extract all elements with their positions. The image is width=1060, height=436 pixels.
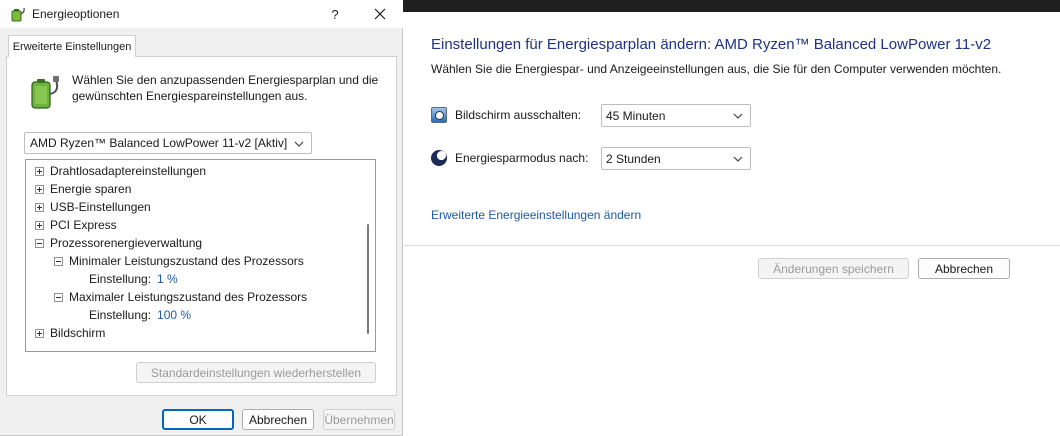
page-description: Wählen Sie die Energiespar- und Anzeigee…: [431, 62, 1002, 76]
display-off-label: Bildschirm ausschalten:: [455, 108, 582, 122]
cancel-button[interactable]: Abbrechen: [242, 409, 314, 430]
tree-item-wireless[interactable]: Drahtlosadaptereinstellungen: [35, 162, 206, 180]
tree-item-label: Energie sparen: [50, 182, 132, 196]
close-icon: [374, 8, 386, 20]
tree-item-pci-express[interactable]: PCI Express: [35, 216, 117, 234]
collapse-icon[interactable]: [54, 292, 63, 302]
tree-item-label: Drahtlosadaptereinstellungen: [50, 164, 207, 178]
chevron-down-icon: [733, 113, 743, 119]
tree-item-usb[interactable]: USB-Einstellungen: [35, 198, 151, 216]
setting-label: Einstellung:: [89, 308, 152, 322]
settings-tree[interactable]: Drahtlosadaptereinstellungen Energie spa…: [25, 159, 376, 352]
restore-defaults-button[interactable]: Standardeinstellungen wiederherstellen: [136, 362, 376, 383]
tree-item-display[interactable]: Bildschirm: [35, 324, 105, 342]
expand-icon[interactable]: [35, 328, 44, 338]
min-setting-value[interactable]: 1 %: [157, 272, 178, 286]
chevron-down-icon: [733, 156, 743, 162]
sleep-row: Energiesparmodus nach:: [431, 147, 588, 169]
tab-advanced-settings[interactable]: Erweiterte Einstellungen: [8, 35, 136, 57]
tree-item-min-setting[interactable]: Einstellung: 1 %: [89, 270, 178, 288]
apply-button[interactable]: Übernehmen: [323, 409, 395, 430]
cancel-button[interactable]: Abbrechen: [918, 258, 1010, 279]
tree-item-label: PCI Express: [50, 218, 117, 232]
tree-item-energy-saving[interactable]: Energie sparen: [35, 180, 131, 198]
tree-item-max-state[interactable]: Maximaler Leistungszustand des Prozessor…: [54, 288, 307, 306]
battery-plug-icon: [31, 76, 59, 109]
power-plan-value: AMD Ryzen™ Balanced LowPower 11-v2 [Akti…: [30, 136, 288, 150]
max-setting-value[interactable]: 100 %: [157, 308, 191, 322]
sleep-value: 2 Stunden: [606, 151, 661, 166]
expand-icon[interactable]: [35, 166, 44, 176]
tree-item-label: Maximaler Leistungszustand des Prozessor…: [69, 290, 308, 304]
collapse-icon[interactable]: [54, 256, 63, 266]
expand-icon[interactable]: [35, 184, 44, 194]
display-off-select[interactable]: 45 Minuten: [601, 104, 751, 127]
monitor-icon: [431, 107, 447, 123]
intro-text: Wählen Sie den anzupassenden Energiespar…: [72, 73, 379, 103]
collapse-icon[interactable]: [35, 238, 44, 248]
display-off-value: 45 Minuten: [606, 108, 666, 123]
title-bar[interactable]: Energieoptionen ?: [0, 0, 403, 28]
scrollbar[interactable]: [367, 224, 369, 334]
power-plan-select[interactable]: AMD Ryzen™ Balanced LowPower 11-v2 [Akti…: [24, 132, 312, 154]
save-changes-button[interactable]: Änderungen speichern: [758, 258, 909, 279]
tree-item-label: Minimaler Leistungszustand des Prozessor…: [69, 254, 304, 268]
tree-item-label: USB-Einstellungen: [50, 200, 151, 214]
sleep-label: Energiesparmodus nach:: [455, 151, 589, 165]
power-options-dialog: Energieoptionen ? Erweiterte Einstellung…: [0, 0, 403, 436]
expand-icon[interactable]: [35, 202, 44, 212]
dialog-title: Energieoptionen: [32, 7, 120, 21]
tree-item-label: Prozessorenergieverwaltung: [50, 236, 203, 250]
divider: [404, 245, 1060, 246]
tree-item-max-setting[interactable]: Einstellung: 100 %: [89, 306, 191, 324]
close-button[interactable]: [366, 2, 394, 26]
sleep-select[interactable]: 2 Stunden: [601, 147, 751, 170]
setting-label: Einstellung:: [89, 272, 152, 286]
tree-item-processor[interactable]: Prozessorenergieverwaltung: [35, 234, 202, 252]
tree-item-label: Bildschirm: [50, 326, 106, 340]
tree-item-min-state[interactable]: Minimaler Leistungszustand des Prozessor…: [54, 252, 304, 270]
advanced-power-settings-link[interactable]: Erweiterte Energieeinstellungen ändern: [431, 208, 641, 222]
display-off-row: Bildschirm ausschalten:: [431, 104, 581, 126]
ok-button[interactable]: OK: [162, 409, 234, 430]
expand-icon[interactable]: [35, 220, 44, 230]
chevron-down-icon: [294, 141, 304, 147]
page-title: Einstellungen für Energiesparplan ändern…: [431, 36, 992, 53]
moon-icon: [431, 150, 447, 166]
help-icon[interactable]: ?: [323, 2, 347, 26]
power-options-icon: [11, 7, 25, 22]
